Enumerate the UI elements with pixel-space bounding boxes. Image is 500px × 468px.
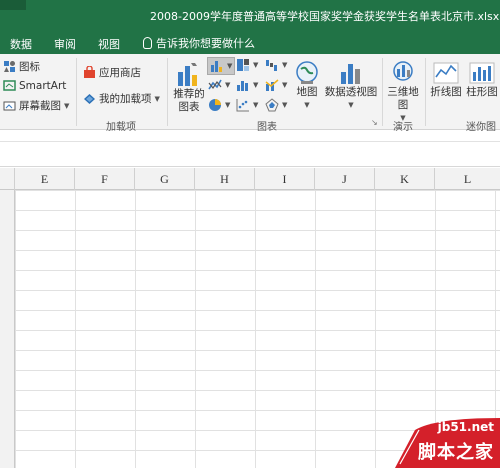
ribbon: 图标 SmartArt 屏幕截图 ▼ 应用商店 我的加载项 ▼ 加载项 推荐的 … <box>0 54 500 133</box>
column-chart-button[interactable]: ▼ <box>207 57 236 75</box>
window-title: 2008-2009学年度普通高等学校国家奖学金获奖学生名单表北京市.xlsx -… <box>150 10 500 23</box>
column-header-g[interactable]: G <box>135 168 195 190</box>
column-header-f[interactable]: F <box>75 168 135 190</box>
icons-button[interactable]: 图标 <box>3 59 40 74</box>
icons-label: 图标 <box>19 61 40 73</box>
screenshot-icon <box>3 101 16 111</box>
3d-map-label-2: 图 <box>397 99 409 111</box>
combo-chart-icon <box>265 79 279 91</box>
smartart-label: SmartArt <box>19 79 67 92</box>
group-divider <box>76 58 77 126</box>
screenshot-button[interactable]: 屏幕截图 ▼ <box>3 98 69 113</box>
statistic-chart-icon <box>237 81 248 91</box>
scatter-chart-button[interactable]: ▼ <box>236 98 258 112</box>
my-addins-icon <box>84 94 95 104</box>
store-button[interactable]: 应用商店 <box>83 65 141 80</box>
pivot-chart-label: 数据透视图 <box>324 86 378 98</box>
statistic-chart-button[interactable]: ▼ <box>236 78 258 92</box>
chevron-down-icon: ▼ <box>253 81 259 89</box>
chevron-down-icon: ▼ <box>253 61 259 69</box>
chevron-down-icon: ▼ <box>225 101 231 109</box>
hierarchy-chart-button[interactable]: ▼ <box>236 58 258 72</box>
watermark-url: jb51.net <box>437 420 494 434</box>
chevron-down-icon: ▼ <box>348 101 354 109</box>
radar-chart-icon <box>265 98 279 112</box>
excel-window: 2008-2009学年度普通高等学校国家奖学金获奖学生名单表北京市.xlsx -… <box>0 0 500 468</box>
globe-icon <box>296 61 318 84</box>
recommended-charts-icon <box>178 63 197 86</box>
my-addins-button[interactable]: 我的加载项 ▼ <box>83 91 160 106</box>
dialog-launcher-icon[interactable]: ↘ <box>371 118 378 127</box>
tab-view[interactable]: 视图 <box>98 36 120 52</box>
3d-map-icon <box>393 61 413 81</box>
lightbulb-icon <box>143 37 152 49</box>
column-header-h[interactable]: H <box>195 168 255 190</box>
formula-bar-area <box>0 131 500 167</box>
screenshot-label: 屏幕截图 <box>19 100 61 112</box>
column-sparkline-label: 柱形图 <box>466 86 498 98</box>
line-sparkline-icon <box>433 62 459 84</box>
pie-chart-icon <box>209 99 221 111</box>
chevron-down-icon: ▼ <box>227 62 233 70</box>
scatter-chart-icon <box>236 99 249 112</box>
watermark-name: 脚本之家 <box>418 442 494 463</box>
title-bar: 2008-2009学年度普通高等学校国家奖学金获奖学生名单表北京市.xlsx -… <box>0 0 500 28</box>
line-chart-icon <box>208 79 222 90</box>
smartart-button[interactable]: SmartArt <box>3 79 66 92</box>
icons-icon <box>4 61 15 72</box>
column-header-i[interactable]: I <box>255 168 315 190</box>
select-all-corner[interactable] <box>0 168 15 190</box>
chevron-down-icon: ▼ <box>304 101 310 109</box>
group-divider <box>382 58 383 126</box>
smartart-icon <box>3 80 16 91</box>
waterfall-chart-icon <box>266 60 277 71</box>
tab-review[interactable]: 审阅 <box>54 36 76 52</box>
chevron-down-icon: ▼ <box>64 101 70 110</box>
watermark: jb51.net 脚本之家 <box>395 418 500 468</box>
column-header-l[interactable]: L <box>435 168 500 190</box>
column-headers: E F G H I J K L <box>0 168 500 190</box>
column-sparkline-icon <box>469 62 495 84</box>
my-addins-label: 我的加载项 <box>99 93 152 105</box>
quick-access-toolbar[interactable] <box>0 0 26 10</box>
chevron-down-icon: ▼ <box>282 101 288 109</box>
group-divider <box>167 58 168 126</box>
line-sparkline-label: 折线图 <box>430 86 462 98</box>
pivot-chart-button[interactable]: 数据透视图 ▼ <box>324 60 378 112</box>
column-header-e[interactable]: E <box>15 168 75 190</box>
3d-map-button[interactable]: 三维地 图 ▼ <box>386 60 420 125</box>
3d-map-label-1: 三维地 <box>387 86 419 98</box>
chevron-down-icon: ▼ <box>225 81 231 89</box>
tell-me-box[interactable]: 告诉我你想要做什么 <box>143 35 255 51</box>
recommended-charts-button[interactable]: 推荐的 图表 <box>172 60 206 114</box>
chevron-down-icon: ▼ <box>154 94 160 103</box>
column-header-j[interactable]: J <box>315 168 375 190</box>
recommended-charts-label-2: 图表 <box>178 101 200 113</box>
column-header-k[interactable]: K <box>375 168 435 190</box>
chevron-down-icon: ▼ <box>253 101 259 109</box>
pivot-chart-icon <box>341 64 360 84</box>
maps-button[interactable]: 地图 ▼ <box>294 60 320 112</box>
line-chart-button[interactable]: ▼ <box>208 78 230 92</box>
column-sparkline-button[interactable]: 柱形图 <box>465 60 499 99</box>
group-divider <box>425 58 426 126</box>
recommended-charts-label-1: 推荐的 <box>173 88 205 100</box>
radar-chart-button[interactable]: ▼ <box>265 98 287 112</box>
store-icon <box>84 66 95 78</box>
chevron-down-icon: ▼ <box>282 81 288 89</box>
tab-data[interactable]: 数据 <box>10 36 32 52</box>
hierarchy-chart-icon <box>237 59 249 71</box>
column-chart-icon <box>211 61 222 72</box>
store-label: 应用商店 <box>99 67 141 79</box>
divider-line <box>0 141 500 142</box>
maps-label: 地图 <box>296 86 318 98</box>
ribbon-tabs: 数据 审阅 视图 告诉我你想要做什么 <box>0 28 500 54</box>
tell-me-text: 告诉我你想要做什么 <box>156 37 255 50</box>
waterfall-chart-button[interactable]: ▼ <box>265 58 287 72</box>
pie-chart-button[interactable]: ▼ <box>208 98 230 112</box>
line-sparkline-button[interactable]: 折线图 <box>429 60 463 99</box>
combo-chart-button[interactable]: ▼ <box>265 78 287 92</box>
chevron-down-icon: ▼ <box>282 61 288 69</box>
row-headers[interactable] <box>0 190 15 468</box>
